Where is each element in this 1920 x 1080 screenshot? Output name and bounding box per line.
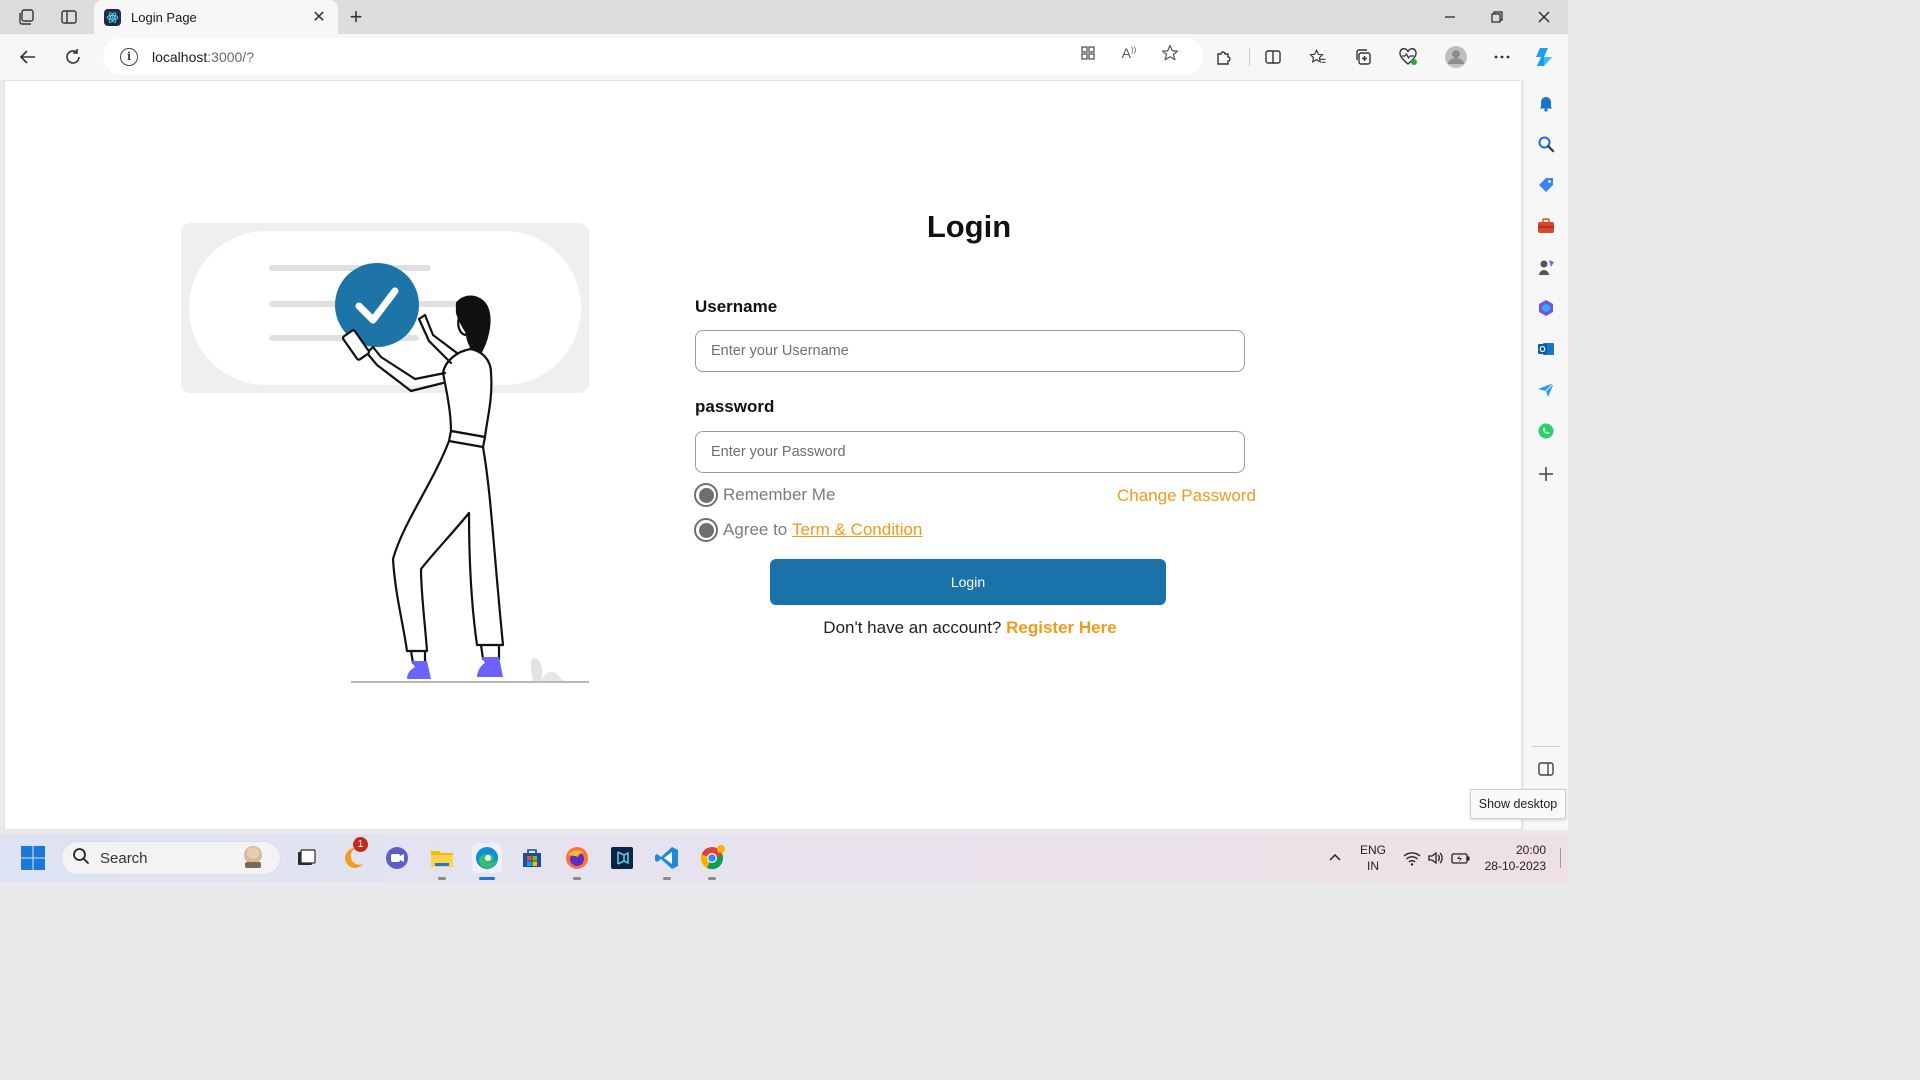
- show-desktop-strip[interactable]: [1560, 848, 1561, 868]
- back-button[interactable]: [15, 44, 41, 70]
- vertical-tabs-icon[interactable]: [58, 6, 80, 28]
- remember-me-option[interactable]: Remember Me: [694, 483, 835, 507]
- address-bar-row: i localhost:3000/? A)): [0, 34, 1568, 80]
- profile-avatar[interactable]: [1443, 44, 1469, 70]
- password-input[interactable]: [695, 431, 1245, 473]
- search-label: Search: [100, 849, 148, 867]
- search-highlight-image-icon: [240, 843, 266, 874]
- no-account-text: Don't have an account?: [823, 618, 1002, 637]
- hide-sidebar-icon[interactable]: [1536, 759, 1556, 779]
- windows-taskbar: Search 1 ENG IN 20:00 28-10-2023: [0, 834, 1568, 882]
- region-code: IN: [1367, 859, 1379, 873]
- battery-icon[interactable]: [1446, 843, 1476, 873]
- change-password-link[interactable]: Change Password: [1117, 486, 1256, 506]
- clock-date: 28-10-2023: [1484, 859, 1546, 873]
- terms-link[interactable]: Term & Condition: [792, 520, 922, 540]
- toolbar-divider: [1249, 48, 1250, 66]
- edge-browser-icon[interactable]: [472, 843, 502, 873]
- file-explorer-icon[interactable]: [427, 843, 457, 873]
- restore-button[interactable]: [1484, 4, 1510, 30]
- agree-terms-option[interactable]: Agree to Term & Condition: [694, 518, 922, 542]
- remember-me-radio[interactable]: [694, 483, 718, 507]
- more-options-icon[interactable]: [1489, 44, 1515, 70]
- taskbar-search[interactable]: Search: [61, 841, 281, 875]
- edge-active-indicator: [479, 877, 495, 880]
- password-label: password: [695, 397, 775, 416]
- search-icon[interactable]: [1536, 134, 1556, 154]
- register-link[interactable]: Register Here: [1006, 618, 1117, 637]
- send-plane-icon[interactable]: [1536, 380, 1556, 400]
- tools-briefcase-icon[interactable]: [1536, 216, 1556, 236]
- show-desktop-tooltip: Show desktop: [1470, 789, 1566, 819]
- search-icon: [72, 847, 90, 870]
- active-tab[interactable]: Login Page ✕: [94, 0, 338, 34]
- vscode-icon[interactable]: [652, 843, 682, 873]
- microsoft-store-icon[interactable]: [517, 843, 547, 873]
- show-hidden-icons-chevron-icon[interactable]: [1320, 843, 1350, 873]
- language-indicator[interactable]: ENG IN: [1356, 842, 1390, 874]
- workspaces-icon[interactable]: [15, 6, 37, 28]
- collections-icon[interactable]: [1350, 44, 1376, 70]
- task-view-icon[interactable]: [291, 843, 321, 873]
- page-title: Login: [926, 209, 1012, 244]
- firefox-icon[interactable]: [562, 843, 592, 873]
- outlook-icon[interactable]: O: [1536, 339, 1556, 359]
- username-label: Username: [695, 297, 778, 316]
- games-icon[interactable]: [1536, 257, 1556, 277]
- new-tab-button[interactable]: +: [344, 5, 368, 29]
- site-info-icon[interactable]: i: [120, 47, 138, 66]
- read-aloud-icon[interactable]: A)): [1119, 43, 1139, 63]
- chrome-running-indicator: [708, 877, 716, 880]
- favorites-icon[interactable]: [1305, 44, 1331, 70]
- tab-bar: Login Page ✕ +: [0, 0, 1568, 34]
- language-code: ENG: [1359, 843, 1386, 857]
- username-input[interactable]: [695, 330, 1245, 372]
- login-illustration: [181, 223, 589, 683]
- register-prompt: Don't have an account? Register Here: [695, 618, 1245, 638]
- teams-chat-icon[interactable]: [382, 843, 412, 873]
- clock-time: 20:00: [1515, 843, 1546, 857]
- split-screen-icon[interactable]: [1260, 44, 1286, 70]
- sidebar-divider: [1532, 746, 1560, 747]
- windows-start-icon[interactable]: [18, 843, 48, 873]
- agree-terms-radio[interactable]: [694, 518, 718, 542]
- address-bar[interactable]: i localhost:3000/?: [103, 38, 1203, 75]
- url-text[interactable]: localhost:3000/?: [152, 49, 254, 65]
- app-available-icon[interactable]: [1078, 43, 1098, 63]
- agree-label: Agree to: [723, 520, 788, 539]
- chrome-icon[interactable]: [697, 843, 727, 873]
- notification-badge: 1: [353, 837, 368, 852]
- extensions-icon[interactable]: [1211, 44, 1237, 70]
- firefox-running-indicator: [573, 877, 581, 880]
- svg-text:O: O: [1539, 345, 1545, 354]
- tab-close-icon[interactable]: ✕: [310, 7, 328, 27]
- add-sidebar-app-icon[interactable]: [1536, 464, 1556, 484]
- edge-sidebar: O: [1524, 80, 1568, 830]
- whatsapp-icon[interactable]: [1536, 421, 1556, 441]
- shopping-tag-icon[interactable]: [1536, 175, 1556, 195]
- browser-essentials-icon[interactable]: [1395, 44, 1421, 70]
- favorite-star-icon[interactable]: [1160, 43, 1180, 63]
- refresh-button[interactable]: [60, 44, 86, 70]
- dev-app-icon[interactable]: [607, 843, 637, 873]
- minimize-button[interactable]: [1437, 4, 1463, 30]
- close-window-button[interactable]: [1531, 4, 1557, 30]
- vscode-running-indicator: [663, 877, 671, 880]
- react-favicon-icon: [104, 8, 121, 26]
- notifications-bell-icon[interactable]: [1536, 93, 1556, 113]
- explorer-running-indicator: [438, 877, 446, 880]
- page-viewport: Login Username password Remember Me Chan…: [4, 80, 1522, 830]
- weather-widget-icon[interactable]: 1: [338, 837, 368, 873]
- copilot-icon[interactable]: [1532, 44, 1558, 70]
- microsoft-365-icon[interactable]: [1536, 298, 1556, 318]
- login-button[interactable]: Login: [770, 559, 1166, 605]
- clock[interactable]: 20:00 28-10-2023: [1478, 842, 1546, 874]
- remember-me-label: Remember Me: [723, 485, 836, 504]
- tab-title: Login Page: [131, 9, 197, 25]
